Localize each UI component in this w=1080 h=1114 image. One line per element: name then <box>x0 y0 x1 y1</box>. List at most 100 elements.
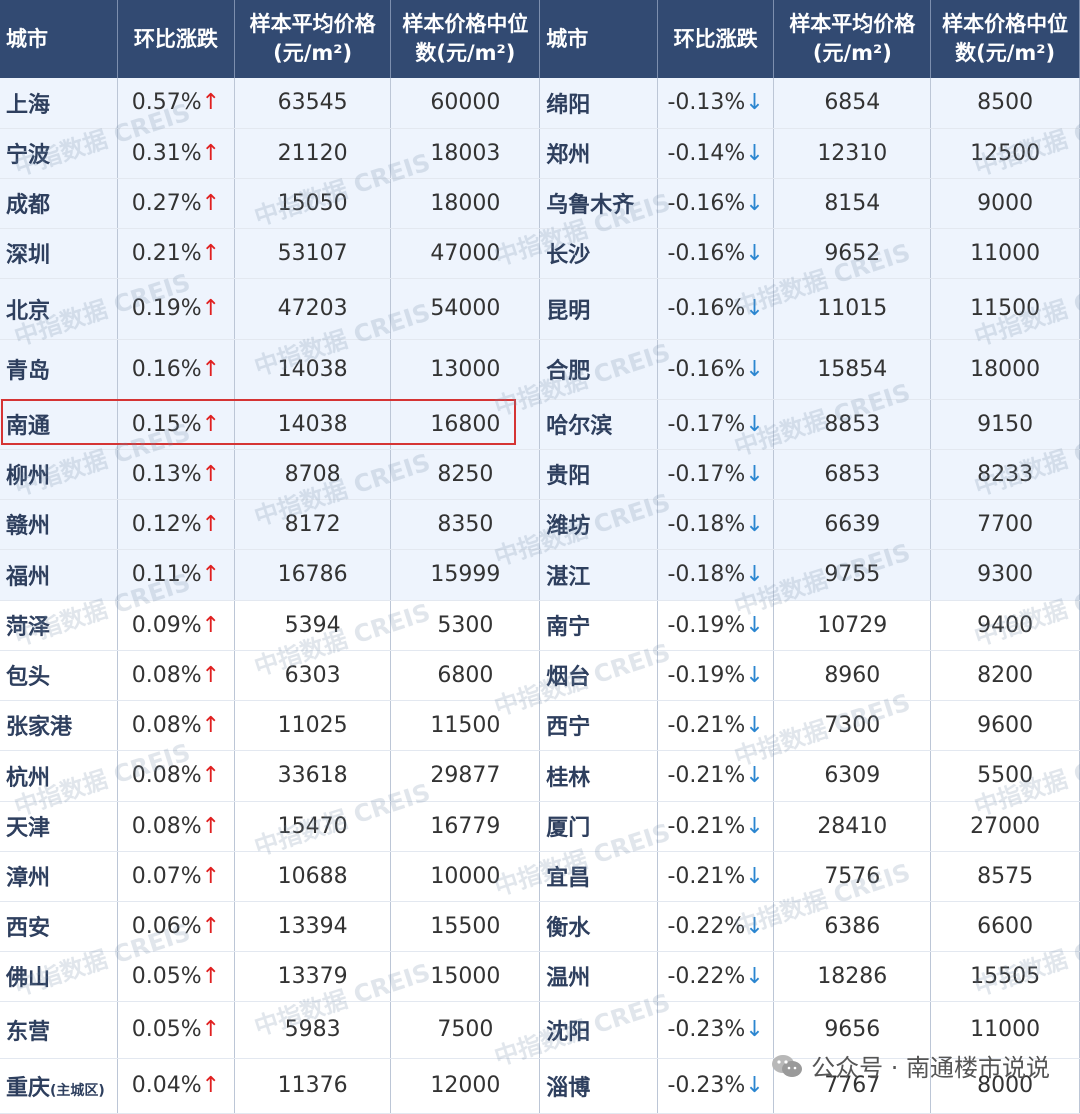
city-cell: 宜昌 <box>539 851 658 902</box>
city-cell: 郑州 <box>539 128 658 179</box>
change-cell: -0.18%↓ <box>657 549 775 601</box>
avg-price-cell: 15050 <box>234 178 392 229</box>
arrow-down-icon: ↓ <box>745 461 764 487</box>
arrow-down-icon: ↓ <box>745 612 764 638</box>
arrow-down-icon: ↓ <box>745 296 764 321</box>
account-footer: 公众号 · 南通楼市说说 <box>771 1048 1050 1083</box>
city-cell: 长沙 <box>539 228 658 279</box>
avg-price-cell: 15854 <box>773 339 932 400</box>
avg-price-cell: 7576 <box>773 851 932 902</box>
median-price-cell: 8233 <box>930 449 1080 500</box>
avg-price-cell: 18286 <box>773 951 932 1002</box>
arrow-up-icon: ↑ <box>201 813 221 839</box>
arrow-up-icon: ↑ <box>201 763 221 788</box>
avg-price-cell: 33618 <box>234 750 392 802</box>
arrow-down-icon: ↓ <box>745 863 764 889</box>
avg-price-cell: 53107 <box>234 228 392 279</box>
change-cell: 0.57%↑ <box>117 78 235 129</box>
change-cell: -0.21%↓ <box>657 851 775 902</box>
avg-price-cell: 5394 <box>234 600 392 651</box>
avg-price-cell: 9755 <box>773 549 932 601</box>
arrow-up-icon: ↑ <box>201 411 221 437</box>
arrow-down-icon: ↓ <box>745 763 764 788</box>
arrow-down-icon: ↓ <box>745 140 764 166</box>
arrow-up-icon: ↑ <box>201 712 221 738</box>
median-price-cell: 16779 <box>390 801 541 852</box>
city-cell: 深圳 <box>0 228 119 279</box>
table-row: 菏泽 0.09%↑ 5394 5300 南宁 -0.19%↓ 10729 9400 <box>0 600 1080 651</box>
change-cell: -0.13%↓ <box>657 78 775 129</box>
avg-price-cell: 6386 <box>773 901 932 952</box>
change-cell: -0.18%↓ <box>657 499 775 550</box>
change-cell: -0.16%↓ <box>657 178 775 229</box>
table-row: 张家港 0.08%↑ 11025 11500 西宁 -0.21%↓ 7300 9600 <box>0 700 1080 751</box>
header-change-right: 环比涨跌 <box>657 0 775 78</box>
city-cell: 东营 <box>0 1001 119 1059</box>
median-price-cell: 13000 <box>390 339 541 400</box>
change-cell: -0.17%↓ <box>657 399 775 450</box>
arrow-up-icon: ↑ <box>201 1073 221 1098</box>
arrow-down-icon: ↓ <box>745 813 764 839</box>
table-row: 上海 0.57%↑ 63545 60000 绵阳 -0.13%↓ 6854 8500 <box>0 78 1080 129</box>
arrow-up-icon: ↑ <box>201 963 221 989</box>
avg-price-cell: 21120 <box>234 128 392 179</box>
avg-price-cell: 13379 <box>234 951 392 1002</box>
median-price-cell: 9000 <box>930 178 1080 229</box>
median-price-cell: 7700 <box>930 499 1080 550</box>
city-cell: 烟台 <box>539 650 658 701</box>
arrow-up-icon: ↑ <box>201 1017 221 1042</box>
arrow-down-icon: ↓ <box>745 562 764 587</box>
arrow-up-icon: ↑ <box>201 190 221 216</box>
header-change-left: 环比涨跌 <box>117 0 235 78</box>
median-price-cell: 18003 <box>390 128 541 179</box>
avg-price-cell: 5983 <box>234 1001 392 1059</box>
city-cell: 昆明 <box>539 278 658 340</box>
table-row: 福州 0.11%↑ 16786 15999 湛江 -0.18%↓ 9755 9300 <box>0 549 1080 601</box>
median-price-cell: 5500 <box>930 750 1080 802</box>
city-cell: 天津 <box>0 801 119 852</box>
table-row: 青岛 0.16%↑ 14038 13000 合肥 -0.16%↓ 15854 18000 <box>0 339 1080 400</box>
change-cell: 0.27%↑ <box>117 178 235 229</box>
arrow-down-icon: ↓ <box>745 356 764 382</box>
avg-price-cell: 6853 <box>773 449 932 500</box>
change-cell: 0.08%↑ <box>117 801 235 852</box>
change-cell: -0.16%↓ <box>657 278 775 340</box>
median-price-cell: 8200 <box>930 650 1080 701</box>
avg-price-cell: 14038 <box>234 339 392 400</box>
avg-price-cell: 11015 <box>773 278 932 340</box>
city-cell: 上海 <box>0 78 119 129</box>
change-cell: 0.19%↑ <box>117 278 235 340</box>
city-cell: 贵阳 <box>539 449 658 500</box>
header-avg-right: 样本平均价格 (元/m²) <box>773 0 932 78</box>
arrow-down-icon: ↓ <box>745 662 764 688</box>
median-price-cell: 54000 <box>390 278 541 340</box>
avg-price-cell: 8708 <box>234 449 392 500</box>
change-cell: -0.19%↓ <box>657 600 775 651</box>
city-cell: 绵阳 <box>539 78 658 129</box>
table-row: 杭州 0.08%↑ 33618 29877 桂林 -0.21%↓ 6309 5500 <box>0 750 1080 802</box>
change-cell: 0.07%↑ <box>117 851 235 902</box>
median-price-cell: 7500 <box>390 1001 541 1059</box>
city-cell: 成都 <box>0 178 119 229</box>
median-price-cell: 9400 <box>930 600 1080 651</box>
avg-price-cell: 6854 <box>773 78 932 129</box>
median-price-cell: 60000 <box>390 78 541 129</box>
median-price-cell: 11000 <box>930 228 1080 279</box>
city-cell: 哈尔滨 <box>539 399 658 450</box>
city-cell: 沈阳 <box>539 1001 658 1059</box>
arrow-up-icon: ↑ <box>201 511 221 537</box>
arrow-down-icon: ↓ <box>745 90 764 116</box>
city-cell: 潍坊 <box>539 499 658 550</box>
change-cell: -0.19%↓ <box>657 650 775 701</box>
city-cell: 南通 <box>0 399 119 450</box>
change-cell: -0.21%↓ <box>657 750 775 802</box>
arrow-up-icon: ↑ <box>201 140 221 166</box>
median-price-cell: 15505 <box>930 951 1080 1002</box>
avg-price-cell: 11376 <box>234 1058 392 1114</box>
arrow-down-icon: ↓ <box>745 240 764 266</box>
arrow-up-icon: ↑ <box>201 562 221 587</box>
median-price-cell: 8500 <box>930 78 1080 129</box>
median-price-cell: 8250 <box>390 449 541 500</box>
city-note: (主城区) <box>50 1082 105 1099</box>
median-price-cell: 6800 <box>390 650 541 701</box>
